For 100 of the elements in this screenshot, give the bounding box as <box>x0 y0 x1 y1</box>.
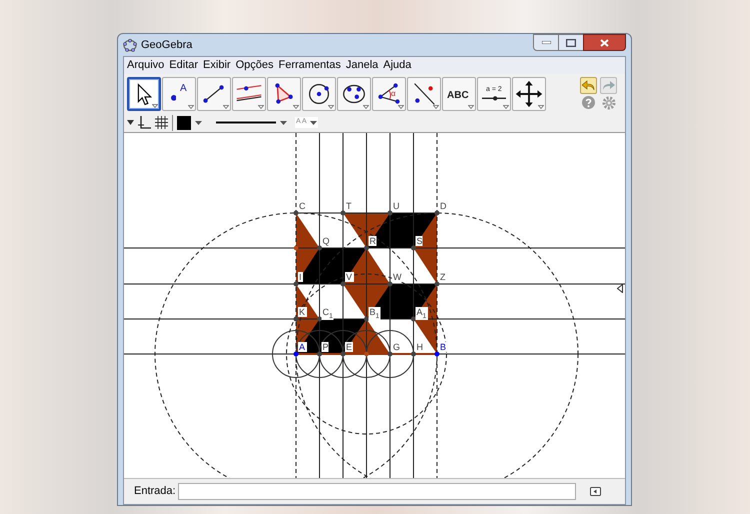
point-label: A <box>299 342 306 352</box>
tool-button[interactable] <box>127 76 161 110</box>
caret-icon <box>363 104 369 108</box>
point[interactable] <box>294 282 298 286</box>
point-label: G <box>393 342 400 352</box>
tool-button[interactable] <box>267 76 301 110</box>
point-label: E <box>346 342 352 352</box>
point-label: V <box>346 272 352 282</box>
input-field[interactable] <box>178 482 576 500</box>
point[interactable] <box>340 282 346 286</box>
point-label: B <box>440 342 446 352</box>
menu-item[interactable]: Arquivo <box>127 57 164 74</box>
color-picker-button[interactable] <box>177 116 202 130</box>
point[interactable] <box>294 316 298 322</box>
maximize-button[interactable] <box>559 34 583 51</box>
graphics-view[interactable]: C T U D Q R S I V W Z K C$_{1}$ B$_{1}$ A$_{1}$ A P E G H B <box>124 133 625 478</box>
caret-icon <box>223 104 229 108</box>
line-style-button[interactable] <box>216 120 287 124</box>
caret-icon <box>258 104 264 108</box>
point[interactable] <box>388 352 392 356</box>
window-title: GeoGebra <box>141 38 192 53</box>
minimize-button[interactable] <box>533 34 559 51</box>
point[interactable] <box>411 316 416 322</box>
caret-icon <box>503 104 509 108</box>
point-label: Q <box>322 236 330 246</box>
point[interactable] <box>317 246 322 250</box>
point[interactable] <box>388 282 392 286</box>
point-label: P <box>322 342 329 352</box>
color-swatch-icon <box>177 116 191 130</box>
undo-button[interactable] <box>580 77 597 94</box>
redo-arrow-icon <box>602 80 615 91</box>
point[interactable] <box>340 210 346 216</box>
point-label: S <box>416 236 423 246</box>
line-style-icon <box>216 121 276 124</box>
point-label: Z <box>440 272 446 282</box>
caret-icon <box>280 120 287 124</box>
point-label: D <box>440 201 446 211</box>
tool-button[interactable] <box>407 76 441 110</box>
point[interactable] <box>294 352 298 356</box>
caret-icon <box>433 104 439 108</box>
minimize-icon <box>542 41 550 44</box>
point[interactable] <box>411 352 416 356</box>
point[interactable] <box>340 352 346 356</box>
close-button[interactable] <box>583 34 626 51</box>
caret-icon <box>398 104 404 108</box>
help-icon[interactable] <box>582 96 595 109</box>
menu-item[interactable]: Editar <box>169 57 198 74</box>
caret-icon <box>152 104 158 108</box>
slider-icon <box>482 96 506 101</box>
collapse-triangle-icon[interactable] <box>127 120 134 125</box>
point[interactable] <box>388 210 392 216</box>
point-label: B$_{1}$ <box>370 307 380 320</box>
expand-triangle-icon[interactable] <box>617 284 623 293</box>
tool-button[interactable]: ABC <box>442 76 476 110</box>
point[interactable] <box>411 246 416 250</box>
point[interactable] <box>364 316 369 322</box>
grid-icon[interactable] <box>155 116 168 129</box>
app-logo-icon <box>123 38 137 52</box>
point-label: H <box>416 342 423 352</box>
caret-icon <box>195 120 202 124</box>
point-label: R <box>370 236 376 246</box>
tool-button[interactable] <box>232 76 266 110</box>
point[interactable] <box>434 282 440 286</box>
point-label: K <box>299 307 306 317</box>
maximize-icon <box>566 38 576 46</box>
menu-item[interactable]: Ferramentas <box>278 57 341 74</box>
caret-icon <box>310 120 317 124</box>
caret-icon <box>188 104 194 108</box>
caret-icon <box>293 104 299 108</box>
menu-item[interactable]: Exibir <box>203 57 231 74</box>
menu-item[interactable]: Opções <box>236 57 274 74</box>
tool-button[interactable] <box>197 76 231 110</box>
point[interactable] <box>294 210 298 216</box>
caret-icon <box>538 104 544 108</box>
axes-icon[interactable] <box>138 116 151 129</box>
point[interactable] <box>317 352 322 356</box>
point-label: C <box>299 201 306 211</box>
point-icon <box>170 95 176 102</box>
caret-icon <box>328 104 334 108</box>
tool-button[interactable]: A <box>162 76 196 110</box>
point-label: C$_{1}$ <box>322 307 333 320</box>
point-label: U <box>393 201 400 211</box>
input-label: Entrada: <box>134 484 176 499</box>
point[interactable] <box>364 246 369 250</box>
point-label: I <box>299 272 302 282</box>
menu-item[interactable]: Janela <box>346 57 378 74</box>
close-icon <box>600 38 609 46</box>
tool-button[interactable]: α <box>372 76 406 110</box>
point[interactable] <box>434 352 440 356</box>
point-label: A$_{1}$ <box>416 307 426 320</box>
keyboard-toggle-icon[interactable] <box>590 486 601 496</box>
tool-button[interactable] <box>512 76 546 110</box>
tool-button[interactable] <box>337 76 371 110</box>
point-label: W <box>393 272 402 282</box>
menu-item[interactable]: Ajuda <box>383 57 412 74</box>
tool-button[interactable] <box>302 76 336 110</box>
point[interactable] <box>317 316 322 322</box>
caret-icon <box>468 104 474 108</box>
point[interactable] <box>434 210 440 216</box>
undo-arrow-icon <box>582 80 595 91</box>
